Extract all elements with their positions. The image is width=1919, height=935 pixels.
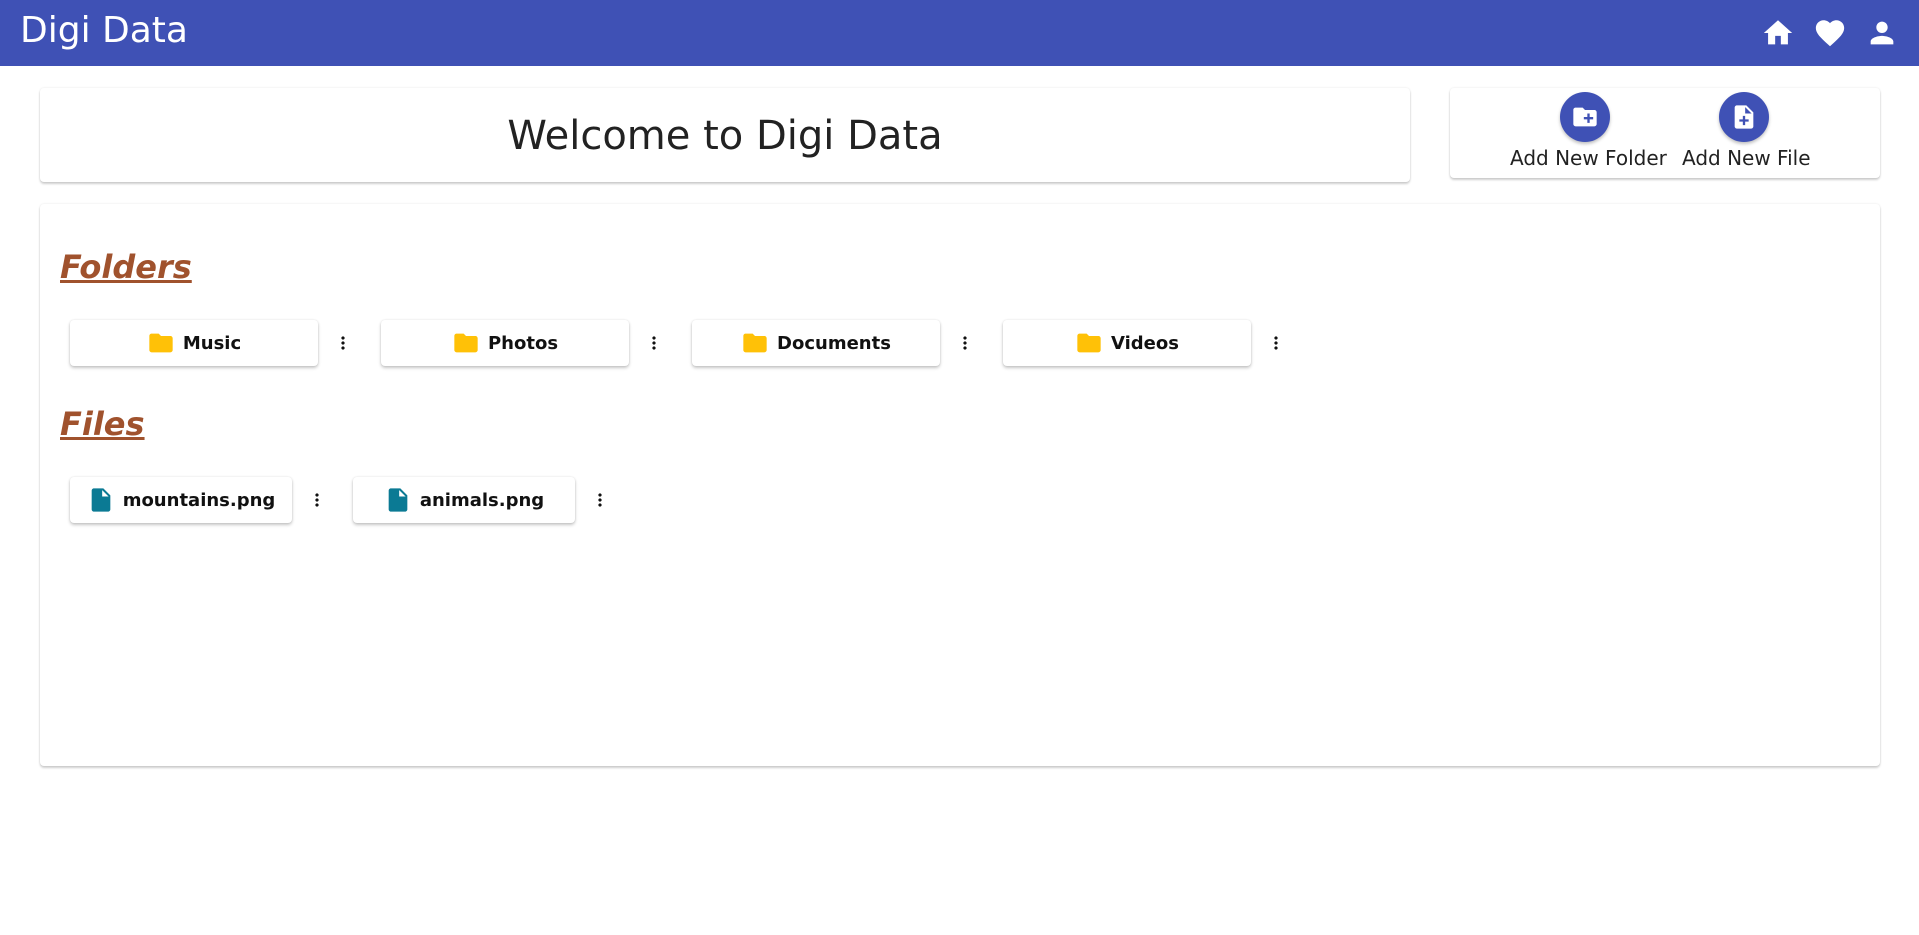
file-item-animals[interactable]: animals.png (353, 477, 575, 523)
add-new-folder-label: Add New Folder (1510, 146, 1667, 170)
person-icon[interactable] (1865, 16, 1899, 50)
file-icon (388, 488, 408, 512)
add-new-folder-button[interactable]: Add New Folder (1510, 92, 1667, 170)
create-file-icon (1734, 105, 1754, 129)
folder-icon (1077, 333, 1101, 353)
files-list: mountains.png animals.png (70, 477, 636, 523)
heart-icon[interactable] (1813, 16, 1847, 50)
folder-icon (454, 333, 478, 353)
content-card: Folders Music Photos Documents Videos Fi… (40, 204, 1880, 766)
welcome-card: Welcome to Digi Data (40, 88, 1410, 182)
file-more-options-icon[interactable] (307, 477, 327, 523)
folder-more-options-icon[interactable] (333, 320, 353, 366)
add-new-file-label: Add New File (1682, 146, 1811, 170)
file-item-mountains[interactable]: mountains.png (70, 477, 292, 523)
welcome-title: Welcome to Digi Data (507, 113, 943, 159)
actions-card: Add New Folder Add New File (1450, 88, 1880, 178)
app-title: Digi Data (20, 10, 188, 51)
file-name: mountains.png (122, 489, 276, 511)
add-new-file-button[interactable]: Add New File (1682, 92, 1811, 170)
folder-more-options-icon[interactable] (955, 320, 975, 366)
folder-item-documents[interactable]: Documents (692, 320, 940, 366)
app-bar: Digi Data (0, 0, 1919, 66)
folder-more-options-icon[interactable] (644, 320, 664, 366)
folder-item-music[interactable]: Music (70, 320, 318, 366)
folder-name: Photos (487, 332, 559, 354)
add-folder-fab[interactable] (1560, 92, 1610, 142)
create-folder-icon (1573, 107, 1597, 127)
file-icon (91, 488, 111, 512)
folder-icon (743, 333, 767, 353)
folders-heading: Folders (60, 248, 192, 286)
home-icon[interactable] (1761, 16, 1795, 50)
app-bar-actions (1761, 16, 1899, 50)
folder-item-photos[interactable]: Photos (381, 320, 629, 366)
folder-more-options-icon[interactable] (1266, 320, 1286, 366)
file-name: animals.png (419, 489, 545, 511)
folders-list: Music Photos Documents Videos (70, 320, 1314, 366)
file-more-options-icon[interactable] (590, 477, 610, 523)
add-file-fab[interactable] (1719, 92, 1769, 142)
folder-name: Music (182, 332, 242, 354)
folder-item-videos[interactable]: Videos (1003, 320, 1251, 366)
folder-name: Videos (1111, 332, 1179, 354)
files-heading: Files (60, 405, 145, 443)
folder-name: Documents (777, 332, 891, 354)
folder-icon (149, 333, 173, 353)
